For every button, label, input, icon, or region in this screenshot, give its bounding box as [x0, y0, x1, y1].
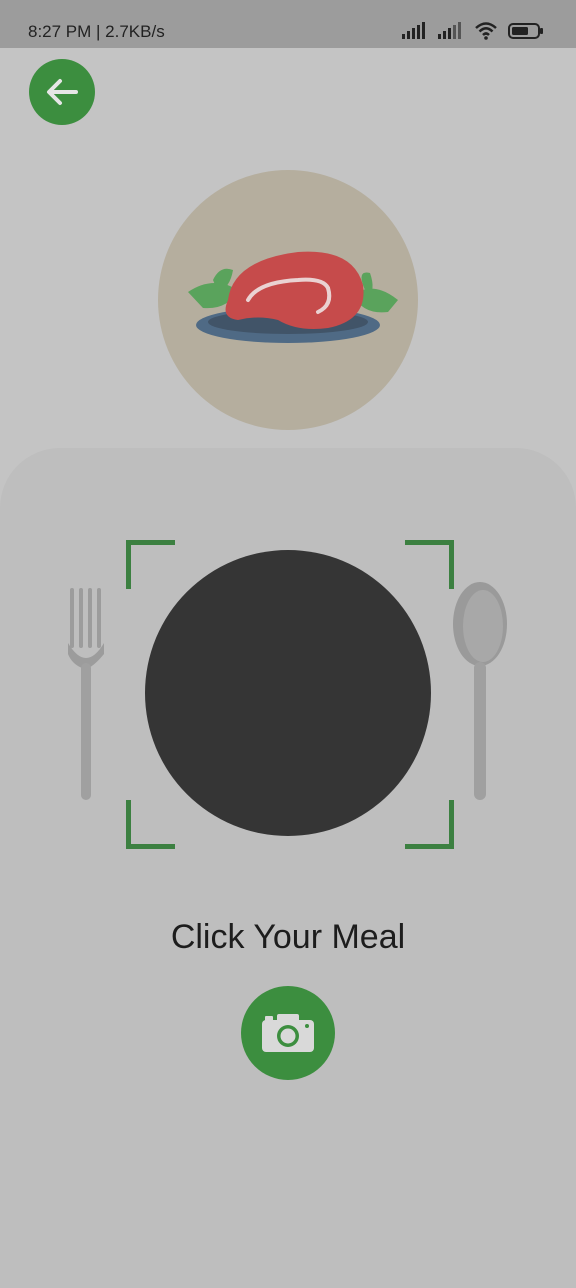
arrow-left-icon — [47, 79, 78, 105]
camera-preview-plate — [145, 550, 431, 836]
status-icons — [402, 20, 544, 42]
signal-icon — [402, 22, 425, 39]
camera-icon — [262, 1014, 314, 1052]
back-button[interactable] — [29, 59, 95, 125]
spoon-icon — [453, 582, 507, 800]
wifi-icon — [475, 22, 497, 40]
frame-corner-bottom-left — [126, 800, 175, 849]
camera-button[interactable] — [241, 986, 335, 1080]
status-time: 8:27 PM | 2.7KB/s — [28, 22, 165, 41]
battery-icon — [508, 23, 543, 39]
scan-caption: Click Your Meal — [170, 918, 406, 956]
frame-corner-bottom-right — [405, 800, 454, 849]
status-bar: 8:27 PM | 2.7KB/s — [0, 0, 576, 48]
steak-plate-icon — [188, 251, 398, 343]
frame-corner-top-left — [126, 540, 175, 589]
frame-corner-top-right — [405, 540, 454, 589]
signal-icon — [438, 22, 461, 39]
meal-image — [158, 170, 418, 430]
fork-icon — [68, 588, 104, 800]
